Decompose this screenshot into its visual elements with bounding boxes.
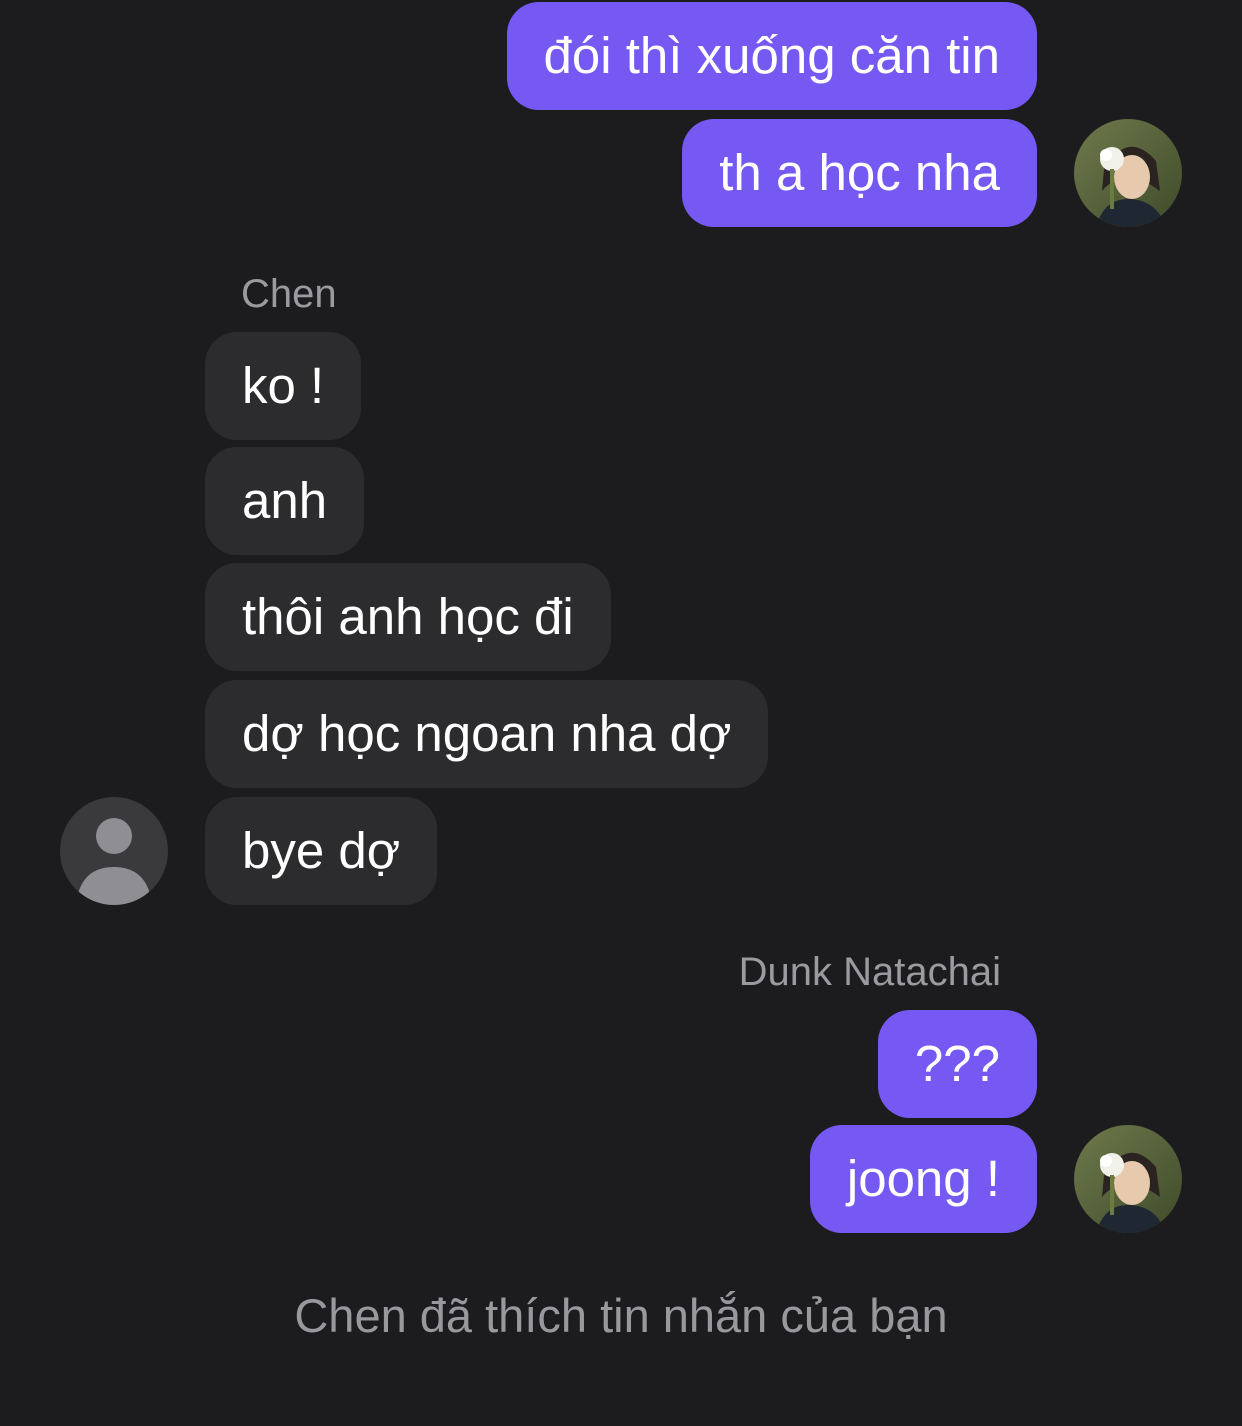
- message-bubble-incoming[interactable]: dợ học ngoan nha dợ: [205, 680, 769, 788]
- message-text: anh: [242, 472, 328, 529]
- message-bubble-outgoing[interactable]: đói thì xuống căn tin: [506, 2, 1037, 110]
- profile-photo-icon: [1074, 119, 1182, 227]
- contact-avatar[interactable]: [60, 797, 168, 905]
- default-person-avatar-icon: [60, 797, 168, 905]
- message-bubble-incoming[interactable]: ko !: [205, 332, 362, 440]
- message-bubble-incoming[interactable]: anh: [205, 447, 365, 555]
- message-text: ???: [914, 1035, 1000, 1092]
- profile-photo-icon: [1074, 1125, 1182, 1233]
- like-notice: Chen đã thích tin nhắn của bạn: [294, 1289, 948, 1342]
- message-text: dợ học ngoan nha dợ: [242, 705, 732, 762]
- message-text: ko !: [242, 357, 325, 414]
- message-bubble-outgoing[interactable]: th a học nha: [682, 119, 1037, 227]
- message-bubble-outgoing[interactable]: ???: [877, 1010, 1037, 1118]
- message-text: joong !: [846, 1150, 1000, 1207]
- message-text: bye dợ: [242, 822, 401, 879]
- message-bubble-outgoing[interactable]: joong !: [809, 1125, 1037, 1233]
- sender-name-label: Dunk Natachai: [738, 950, 1001, 994]
- message-bubble-incoming[interactable]: thôi anh học đi: [205, 563, 611, 671]
- message-bubble-incoming[interactable]: bye dợ: [205, 797, 438, 905]
- message-text: th a học nha: [719, 144, 1000, 201]
- user-avatar[interactable]: [1074, 1125, 1182, 1233]
- message-text: đói thì xuống căn tin: [543, 27, 1001, 84]
- message-text: thôi anh học đi: [242, 588, 574, 645]
- sender-name-label: Chen: [241, 272, 337, 316]
- user-avatar[interactable]: [1074, 119, 1182, 227]
